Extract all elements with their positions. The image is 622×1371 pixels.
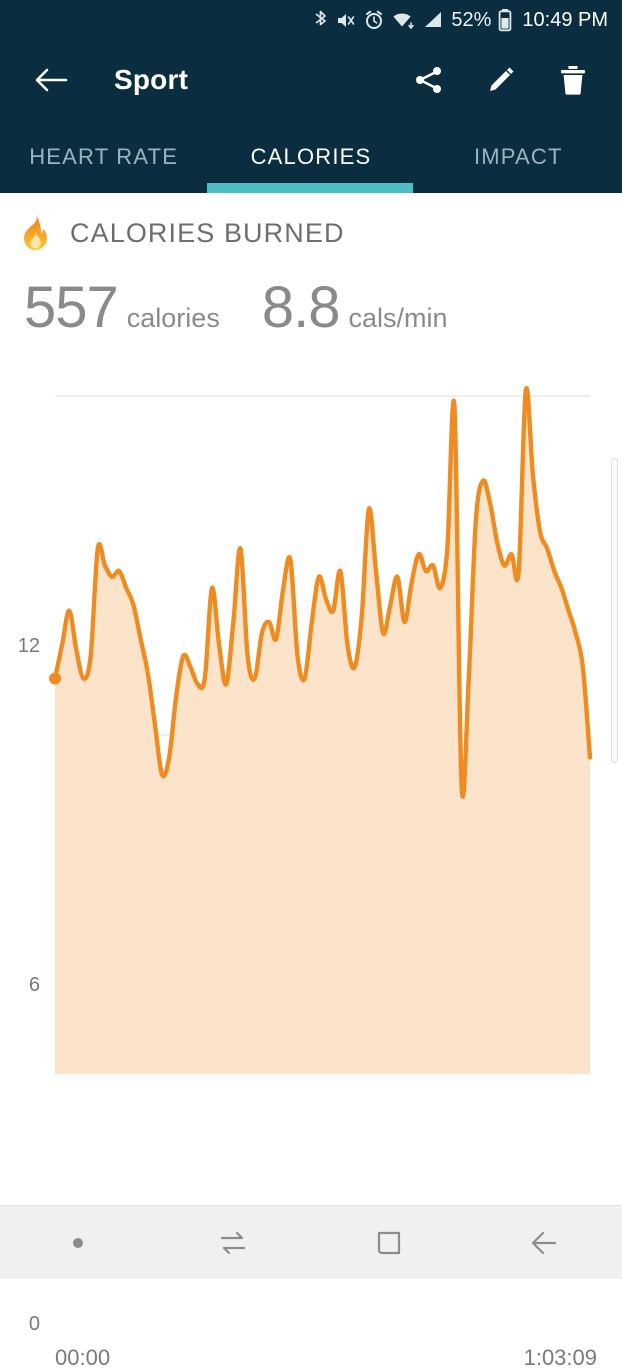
start-point-marker [49,673,61,685]
tab-bar: HEART RATE CALORIES IMPACT [0,120,622,193]
section-title: CALORIES BURNED [70,218,345,249]
back-button[interactable] [24,53,78,107]
rate-unit: cals/min [348,303,447,334]
y-axis-tick-12: 12 [0,635,40,658]
app-bar: Sport [0,40,622,120]
share-button[interactable] [402,53,456,107]
tab-impact[interactable]: IMPACT [415,120,622,193]
calories-chart[interactable] [0,363,622,1123]
battery-icon [498,8,512,32]
status-bar: 52% 10:49 PM [0,0,622,40]
page-title: Sport [114,64,188,96]
nav-back-button[interactable] [467,1206,622,1279]
mute-icon [336,10,357,31]
content-area: CALORIES BURNED 557 calories 8.8 cals/mi… [0,193,622,1206]
rate-value: 8.8 [262,279,340,337]
x-axis-start-label: 00:00 [55,1345,110,1371]
cellular-signal-icon [422,10,443,30]
tab-active-indicator [207,183,413,193]
vertical-scrollbar[interactable] [611,458,618,763]
stats-row: 557 calories 8.8 cals/min [0,251,622,337]
x-axis-end-label: 1:03:09 [524,1345,597,1371]
tab-heart-rate[interactable]: HEART RATE [0,120,207,193]
chart-area-fill [55,388,590,1074]
flame-icon [20,215,50,251]
bluetooth-icon [312,9,329,31]
calories-value: 557 [24,279,118,337]
y-axis-tick-0: 0 [0,1313,40,1336]
alarm-icon [364,10,384,30]
system-navigation-bar [0,1205,622,1279]
status-clock: 10:49 PM [522,9,608,32]
section-header: CALORIES BURNED [0,193,622,251]
nav-home-button[interactable] [311,1206,467,1279]
wifi-icon [391,10,415,30]
battery-percent-label: 52% [451,9,491,32]
y-axis-tick-6: 6 [0,974,40,997]
calories-unit: calories [127,303,220,334]
edit-button[interactable] [474,53,528,107]
nav-recents-button[interactable] [156,1206,312,1279]
calories-chart-svg [0,363,622,1123]
delete-button[interactable] [546,53,600,107]
nav-dot-button[interactable] [0,1206,156,1279]
